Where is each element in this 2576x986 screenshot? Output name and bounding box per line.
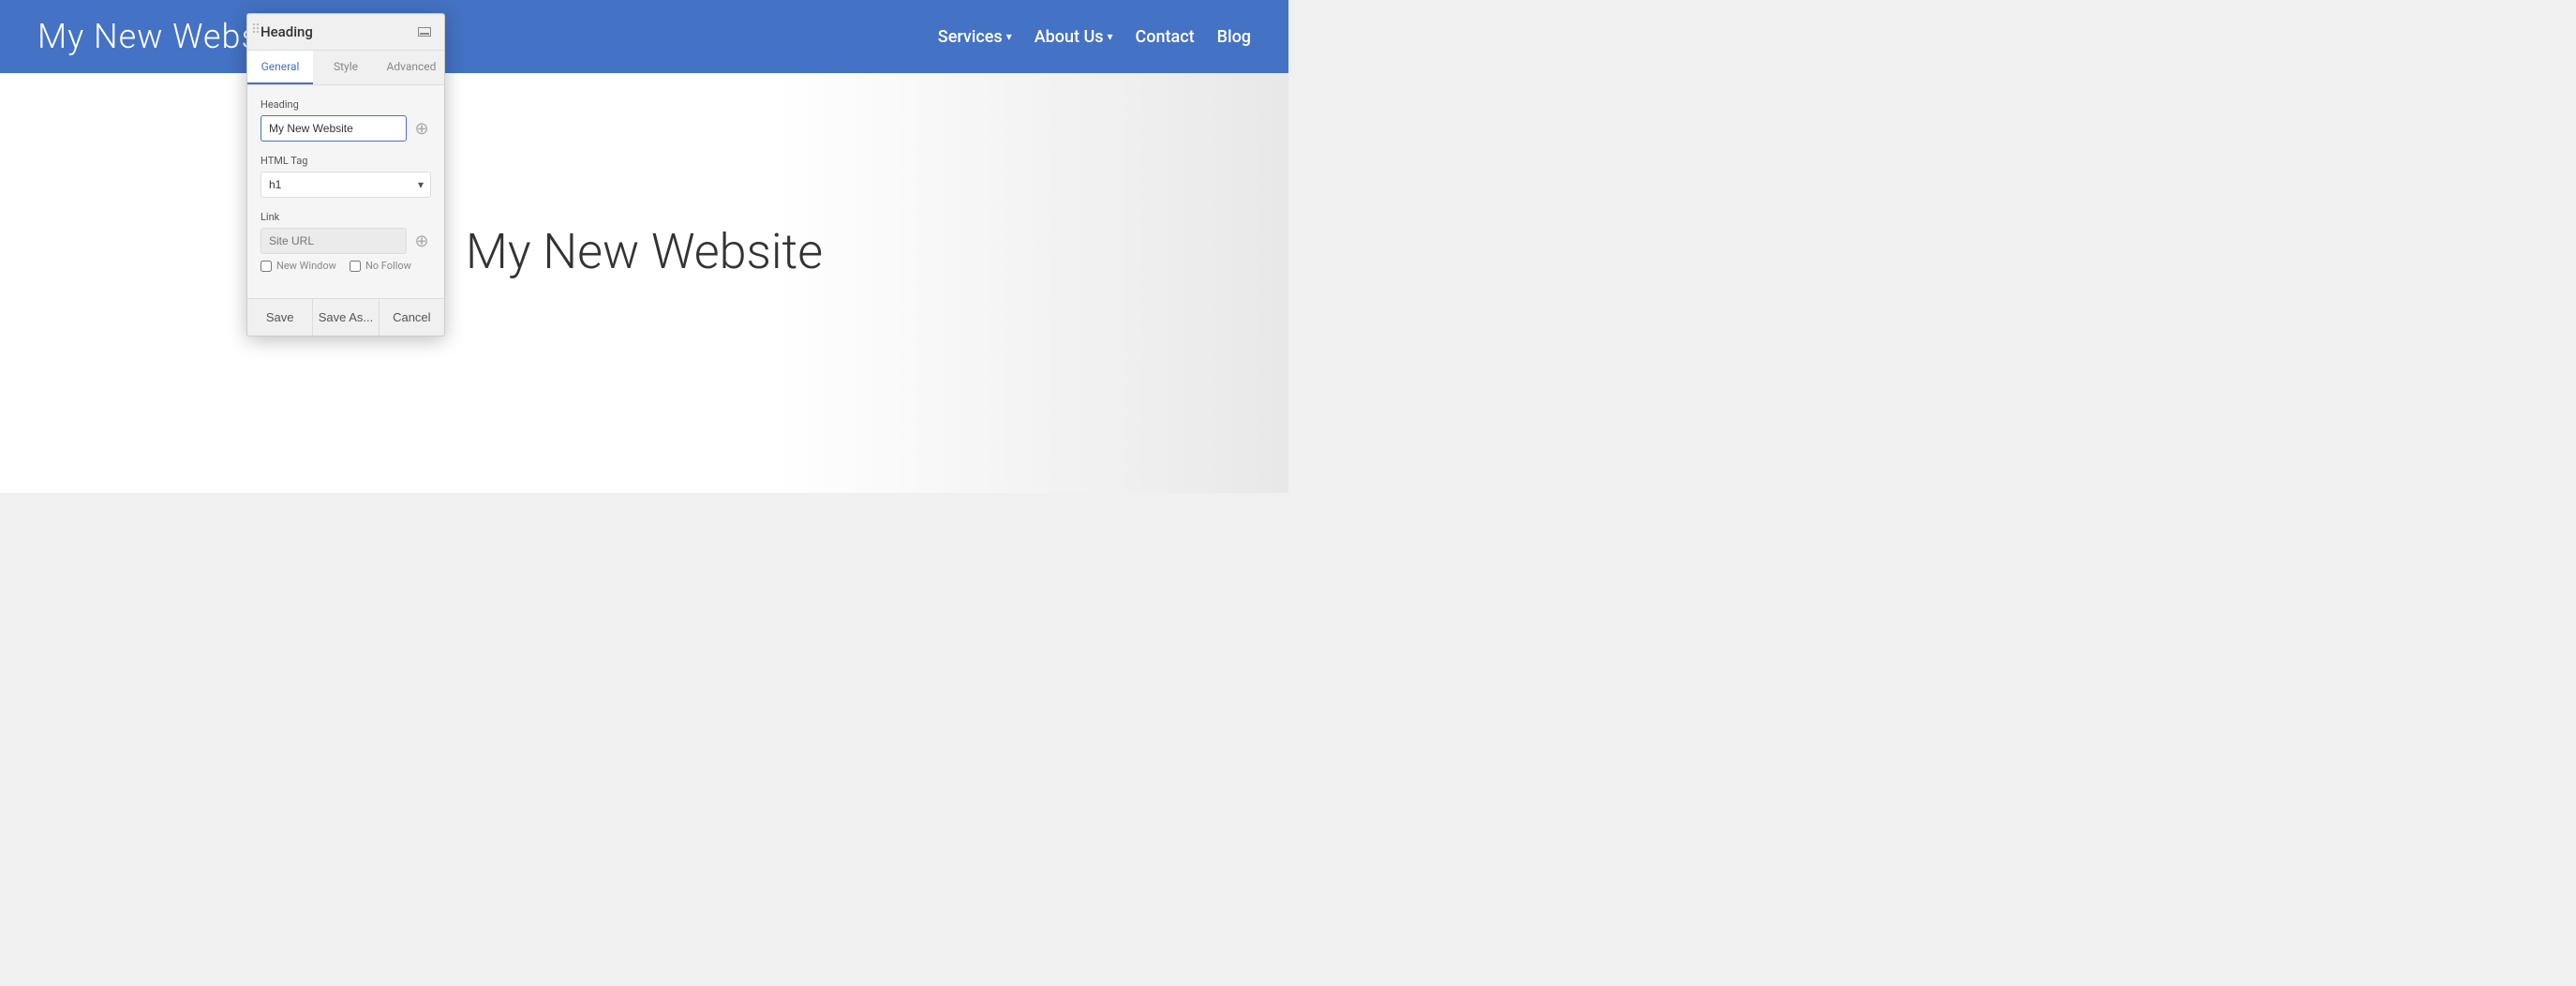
link-input[interactable] [261, 228, 407, 254]
modal-panel: Heading General Style Advanced Heading ⊕ [246, 13, 445, 336]
html-tag-label: HTML Tag [261, 155, 431, 167]
new-window-label: New Window [276, 260, 336, 272]
heading-field-row: ⊕ [261, 115, 431, 142]
html-tag-select[interactable]: h1 h2 h3 h4 h5 h6 div span p [261, 172, 431, 198]
new-window-checkbox-label[interactable]: New Window [261, 260, 336, 272]
site-heading: My New Website [466, 223, 823, 280]
modal-title: Heading [261, 23, 313, 40]
heading-label: Heading [261, 98, 431, 111]
drag-dot [257, 23, 259, 25]
site-content: My New Website [0, 73, 1288, 493]
nav-item-services[interactable]: Services▾ [938, 27, 1012, 47]
tab-general[interactable]: General [247, 51, 313, 84]
link-field-row: ⊕ [261, 228, 431, 254]
html-tag-field-group: HTML Tag h1 h2 h3 h4 h5 h6 div span p ▾ [261, 155, 431, 198]
drag-dot [253, 27, 255, 29]
new-window-checkbox[interactable] [261, 261, 272, 272]
site-header: My New Website Services▾About Us▾Contact… [0, 0, 1288, 73]
nav-item-blog[interactable]: Blog [1217, 27, 1251, 47]
heading-input[interactable] [261, 115, 407, 142]
no-follow-checkbox[interactable] [350, 261, 361, 272]
heading-plus-button[interactable]: ⊕ [412, 119, 431, 138]
tab-advanced[interactable]: Advanced [379, 51, 444, 84]
no-follow-label: No Follow [365, 260, 411, 272]
chevron-down-icon: ▾ [1006, 30, 1012, 43]
drag-dot [253, 23, 255, 25]
modal-footer: Save Save As... Cancel [247, 298, 444, 336]
tab-style[interactable]: Style [313, 51, 379, 84]
heading-field-group: Heading ⊕ [261, 98, 431, 142]
cancel-button[interactable]: Cancel [380, 299, 444, 336]
drag-dot [253, 31, 255, 33]
drag-dot [257, 31, 259, 33]
link-options-row: New Window No Follow [261, 260, 431, 272]
modal-header: Heading [247, 14, 444, 51]
link-field-group: Link ⊕ New Window No Follow [261, 211, 431, 272]
modal-tabs: General Style Advanced [247, 51, 444, 85]
drag-handle[interactable] [253, 23, 259, 33]
nav-item-contact[interactable]: Contact [1136, 27, 1195, 47]
link-plus-button[interactable]: ⊕ [412, 232, 431, 250]
save-as-button[interactable]: Save As... [313, 299, 379, 336]
minimize-icon [420, 33, 429, 35]
no-follow-checkbox-label[interactable]: No Follow [350, 260, 411, 272]
site-nav: Services▾ About Us▾ Contact Blog [938, 27, 1251, 47]
html-tag-select-wrapper: h1 h2 h3 h4 h5 h6 div span p ▾ [261, 172, 431, 198]
save-button[interactable]: Save [247, 299, 313, 336]
link-label: Link [261, 211, 431, 223]
drag-dot [257, 27, 259, 29]
modal-body: Heading ⊕ HTML Tag h1 h2 h3 h4 h5 h6 [247, 85, 444, 298]
minimize-button[interactable] [418, 27, 431, 37]
chevron-down-icon: ▾ [1108, 30, 1113, 43]
nav-item-about-us[interactable]: About Us▾ [1035, 27, 1113, 47]
